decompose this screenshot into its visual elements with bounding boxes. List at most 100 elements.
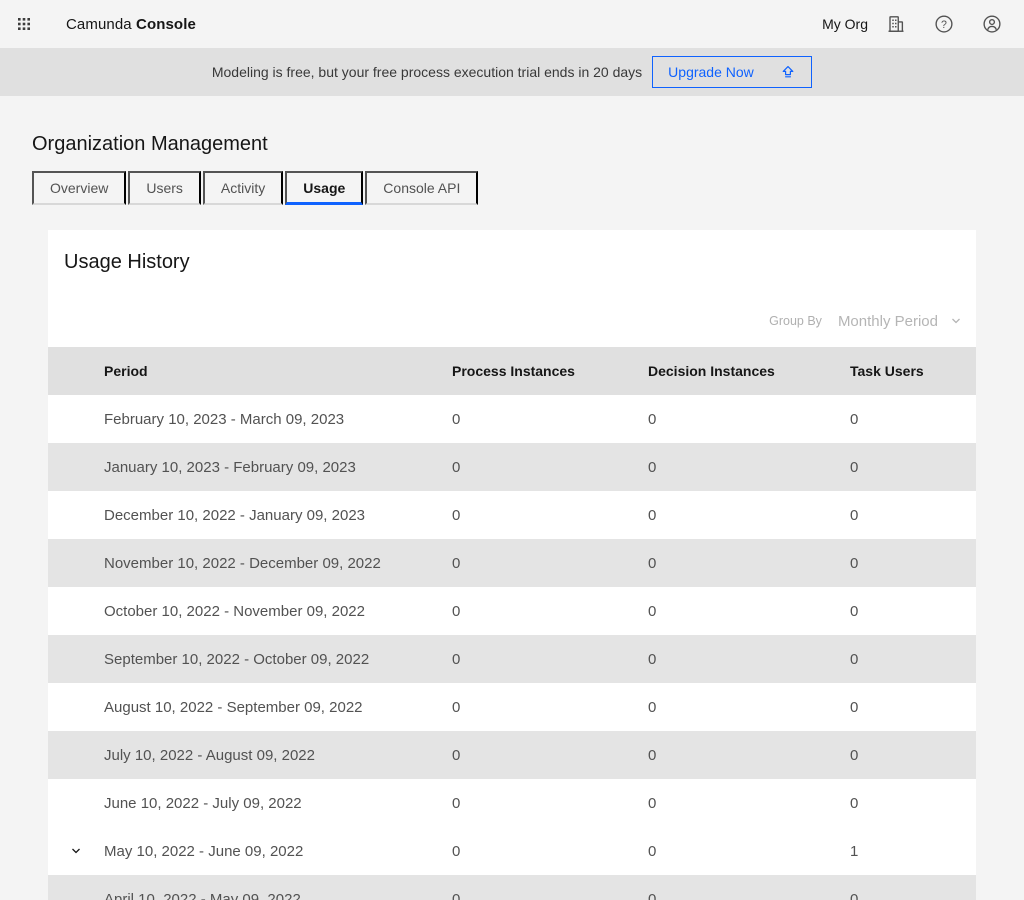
org-name: My Org: [822, 16, 868, 32]
app-header: Camunda Console My Org ?: [0, 0, 1024, 48]
account-button[interactable]: [968, 0, 1016, 48]
table-row: October 10, 2022 - November 09, 2022 0 0…: [48, 587, 976, 635]
grid-icon: [16, 16, 32, 32]
row-process-instances: 0: [452, 747, 648, 764]
table-row: September 10, 2022 - October 09, 2022 0 …: [48, 635, 976, 683]
table-row: June 10, 2022 - July 09, 2022 0 0 0: [48, 779, 976, 827]
row-period: September 10, 2022 - October 09, 2022: [104, 651, 452, 668]
trial-banner: Modeling is free, but your free process …: [0, 48, 1024, 96]
row-task-users: 0: [850, 795, 976, 812]
brand[interactable]: Camunda Console: [66, 16, 196, 33]
row-task-users: 0: [850, 651, 976, 668]
help-button[interactable]: ?: [920, 0, 968, 48]
row-period: December 10, 2022 - January 09, 2023: [104, 507, 452, 524]
row-expand-cell: [48, 504, 104, 526]
table-row: July 10, 2022 - August 09, 2022 0 0 0: [48, 731, 976, 779]
row-decision-instances: 0: [648, 411, 850, 428]
app-switcher-button[interactable]: [0, 0, 48, 48]
row-period: October 10, 2022 - November 09, 2022: [104, 603, 452, 620]
tab-activity[interactable]: Activity: [203, 171, 283, 205]
row-expand-cell: [48, 456, 104, 478]
row-expand-cell: [48, 408, 104, 430]
col-header-period: Period: [104, 363, 452, 379]
row-task-users: 0: [850, 507, 976, 524]
table-row: November 10, 2022 - December 09, 2022 0 …: [48, 539, 976, 587]
svg-text:?: ?: [941, 19, 947, 31]
tab-usage[interactable]: Usage: [285, 171, 363, 205]
row-task-users: 0: [850, 603, 976, 620]
table-row: April 10, 2022 - May 09, 2022 0 0 0: [48, 875, 976, 900]
tab-bar: Overview Users Activity Usage Console AP…: [32, 171, 992, 205]
row-task-users: 0: [850, 891, 976, 900]
row-expand-cell: [48, 888, 104, 900]
row-decision-instances: 0: [648, 795, 850, 812]
group-by-control: Group By Monthly Period: [48, 309, 976, 333]
upgrade-arrow-icon: [780, 64, 796, 80]
row-period: July 10, 2022 - August 09, 2022: [104, 747, 452, 764]
tab-console-api[interactable]: Console API: [365, 171, 478, 205]
col-header-task-users: Task Users: [850, 363, 976, 379]
row-task-users: 0: [850, 411, 976, 428]
upgrade-now-label: Upgrade Now: [668, 64, 754, 80]
usage-history-title: Usage History: [64, 249, 976, 275]
row-process-instances: 0: [452, 459, 648, 476]
table-row: May 10, 2022 - June 09, 2022 0 0 1: [48, 827, 976, 875]
row-task-users: 0: [850, 747, 976, 764]
question-circle-icon: ?: [934, 14, 954, 34]
usage-table-header: Period Process Instances Decision Instan…: [48, 347, 976, 395]
row-expand-cell: [48, 696, 104, 718]
row-process-instances: 0: [452, 651, 648, 668]
row-decision-instances: 0: [648, 843, 850, 860]
row-expand-cell: [48, 648, 104, 670]
row-expand-cell: [48, 792, 104, 814]
row-process-instances: 0: [452, 507, 648, 524]
row-expand-cell: [48, 744, 104, 766]
tab-overview[interactable]: Overview: [32, 171, 126, 205]
row-expand-cell: [48, 552, 104, 574]
row-decision-instances: 0: [648, 459, 850, 476]
row-period: August 10, 2022 - September 09, 2022: [104, 699, 452, 716]
row-task-users: 0: [850, 699, 976, 716]
table-row: January 10, 2023 - February 09, 2023 0 0…: [48, 443, 976, 491]
row-expand-cell: [48, 600, 104, 622]
usage-history-card: Usage History Group By Monthly Period Pe…: [48, 230, 976, 900]
row-process-instances: 0: [452, 555, 648, 572]
table-body: February 10, 2023 - March 09, 2023 0 0 0…: [48, 395, 976, 900]
col-header-decision-instances: Decision Instances: [648, 363, 850, 379]
row-task-users: 0: [850, 459, 976, 476]
group-by-value: Monthly Period: [838, 313, 938, 330]
row-task-users: 0: [850, 555, 976, 572]
row-process-instances: 0: [452, 891, 648, 900]
user-circle-icon: [982, 14, 1002, 34]
row-process-instances: 0: [452, 795, 648, 812]
expand-row-button[interactable]: [65, 840, 87, 862]
upgrade-now-button[interactable]: Upgrade Now: [652, 56, 812, 88]
row-process-instances: 0: [452, 603, 648, 620]
chevron-down-icon: [948, 313, 964, 329]
row-process-instances: 0: [452, 411, 648, 428]
row-decision-instances: 0: [648, 699, 850, 716]
row-period: February 10, 2023 - March 09, 2023: [104, 411, 452, 428]
tab-users[interactable]: Users: [128, 171, 201, 205]
row-period: April 10, 2022 - May 09, 2022: [104, 891, 452, 900]
table-row: February 10, 2023 - March 09, 2023 0 0 0: [48, 395, 976, 443]
row-decision-instances: 0: [648, 651, 850, 668]
building-icon: [886, 14, 906, 34]
row-period: January 10, 2023 - February 09, 2023: [104, 459, 452, 476]
table-row: December 10, 2022 - January 09, 2023 0 0…: [48, 491, 976, 539]
row-task-users: 1: [850, 843, 976, 860]
row-process-instances: 0: [452, 699, 648, 716]
group-by-dropdown[interactable]: Monthly Period: [838, 313, 964, 330]
usage-table: Period Process Instances Decision Instan…: [48, 347, 976, 900]
brand-suffix: Console: [136, 16, 196, 33]
page-title: Organization Management: [0, 96, 1024, 157]
trial-banner-message: Modeling is free, but your free process …: [212, 64, 642, 80]
col-header-process-instances: Process Instances: [452, 363, 648, 379]
row-decision-instances: 0: [648, 747, 850, 764]
table-row: August 10, 2022 - September 09, 2022 0 0…: [48, 683, 976, 731]
row-process-instances: 0: [452, 843, 648, 860]
row-expand-cell: [48, 840, 104, 862]
organizations-button[interactable]: [872, 0, 920, 48]
row-decision-instances: 0: [648, 891, 850, 900]
row-period: May 10, 2022 - June 09, 2022: [104, 843, 452, 860]
